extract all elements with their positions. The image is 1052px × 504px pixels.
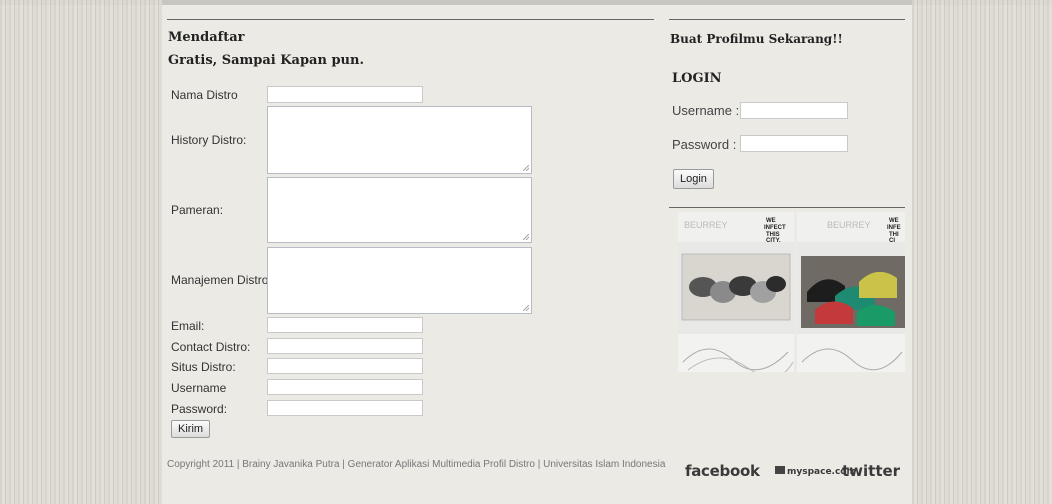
kirim-button[interactable]: Kirim [171,420,211,438]
password-input[interactable] [267,400,423,416]
signup-subtitle: Gratis, Sampai Kapan pun. [168,53,364,68]
svg-text:CI: CI [889,238,895,244]
email-label: Email: [171,319,205,333]
username-label: Username [171,381,227,395]
svg-text:BEURREY: BEURREY [684,220,728,230]
login-username-input[interactable] [740,102,848,119]
signup-title: Mendaftar [168,30,245,45]
sidebar-mid-rule [669,207,905,208]
svg-text:WE: WE [766,218,776,224]
nama-distro-input[interactable] [267,86,423,103]
myspace-people-icon [775,466,785,474]
twitter-logo[interactable]: twitter [842,462,900,480]
login-password-input[interactable] [740,135,848,152]
svg-text:BEURREY: BEURREY [827,220,871,230]
belts-photo[interactable]: BEURREY WE INFECT THIS CITY. [678,212,794,372]
manajemen-label: Manajemen Distro: [171,273,272,287]
svg-text:CITY.: CITY. [766,238,781,244]
svg-text:INFECT: INFECT [764,225,786,231]
pameran-label: Pameran: [171,203,224,217]
username-input[interactable] [267,379,423,395]
svg-text:WE: WE [889,218,899,224]
svg-text:INFE: INFE [887,225,901,231]
right-texture-panel [912,0,1052,504]
pameran-textarea[interactable] [267,177,532,243]
contact-label: Contact Distro: [171,340,251,354]
login-button[interactable]: Login [673,169,714,189]
contact-input[interactable] [267,338,423,354]
login-username-label: Username : [672,103,740,118]
history-label: History Distro: [171,133,247,147]
login-title: LOGIN [672,71,722,86]
login-password-label: Password : [672,137,737,152]
situs-label: Situs Distro: [171,360,236,374]
footer-copyright: Copyright 2011 | Brainy Javanika Putra |… [167,459,666,470]
manajemen-textarea[interactable] [267,247,532,314]
sidebar-top-rule [669,19,905,20]
email-input[interactable] [267,317,423,333]
situs-input[interactable] [267,358,423,374]
facebook-logo[interactable]: facebook [685,462,760,480]
signup-top-rule [167,19,654,20]
caps-photo[interactable]: BEURREY WE INFE THI CI [797,212,905,372]
password-label: Password: [171,402,228,416]
history-textarea[interactable] [267,106,532,174]
left-texture-panel [0,0,162,504]
sidebar-headline: Buat Profilmu Sekarang!! [670,32,843,46]
nama-distro-label: Nama Distro [171,88,238,102]
